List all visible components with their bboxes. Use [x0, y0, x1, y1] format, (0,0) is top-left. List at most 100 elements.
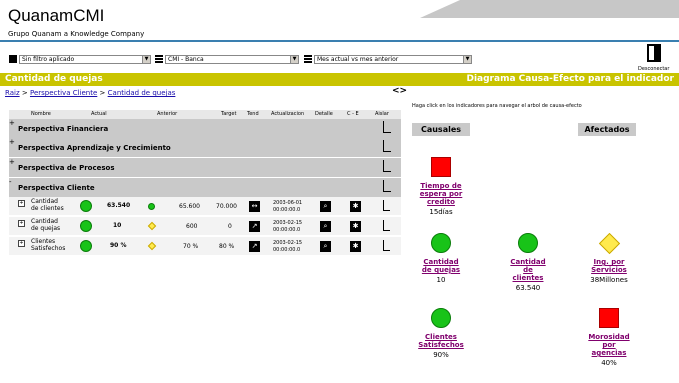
- grid-header: Nombre Actual Anterior Target Tend Actua…: [9, 110, 401, 119]
- node-link[interactable]: espera por: [410, 190, 472, 198]
- filter-select[interactable]: Sin filtro aplicado ▼: [19, 55, 151, 64]
- node-cantidad-quejas[interactable]: Cantidad de quejas 10: [410, 233, 472, 284]
- col-ce: C - E: [347, 111, 359, 117]
- isolate-icon[interactable]: [383, 220, 390, 231]
- node-link[interactable]: Cantidad: [497, 258, 559, 266]
- node-cantidad-clientes[interactable]: Cantidad de clientes 63.540: [497, 233, 559, 292]
- chevron-down-icon[interactable]: ▼: [142, 56, 150, 63]
- title-bar: Cantidad de quejas Diagrama Causa-Efecto…: [0, 73, 679, 86]
- node-link[interactable]: Servicios: [578, 266, 640, 274]
- indicator-name[interactable]: de quejas: [31, 225, 60, 232]
- isolate-icon[interactable]: [383, 180, 391, 192]
- status-green-icon: [80, 220, 92, 232]
- node-link[interactable]: Morosidad: [578, 333, 640, 341]
- disconnect-link[interactable]: Desconectar: [638, 66, 669, 72]
- indicator-name[interactable]: de clientes: [31, 205, 64, 212]
- node-value: 90%: [433, 351, 449, 359]
- isolate-icon[interactable]: [383, 121, 391, 133]
- col-detalle: Detalle: [315, 111, 333, 117]
- anterior-value: 65.600: [179, 203, 200, 210]
- node-ing-servicios[interactable]: Ing. por Servicios 38Millones: [578, 232, 640, 284]
- target-value: 70.000: [216, 203, 237, 210]
- col-target: Target: [221, 111, 237, 117]
- node-link[interactable]: Satisfechos: [410, 341, 472, 349]
- expand-icon[interactable]: +: [18, 220, 25, 227]
- cause-effect-icon[interactable]: ✱: [350, 221, 361, 232]
- node-link[interactable]: credito: [410, 198, 472, 206]
- magnifier-icon[interactable]: ⌕: [320, 241, 331, 252]
- magnifier-icon[interactable]: ⌕: [320, 221, 331, 232]
- isolate-icon[interactable]: [383, 240, 390, 251]
- col-aislar: Aislar: [375, 111, 389, 117]
- cause-effect-icon[interactable]: ✱: [350, 241, 361, 252]
- header-swoosh: [420, 0, 679, 18]
- breadcrumb-root[interactable]: Raiz: [5, 89, 20, 97]
- isolate-icon[interactable]: [383, 160, 391, 172]
- indicator-name[interactable]: Cantidad: [31, 218, 58, 225]
- indicator-name[interactable]: Clientes: [31, 238, 55, 245]
- isolate-icon[interactable]: [383, 200, 390, 211]
- table-row[interactable]: + Clientes Satisfechos 90 % 70 % 80 % ↗ …: [9, 237, 401, 256]
- chevron-down-icon[interactable]: ▼: [463, 56, 471, 63]
- expand-icon[interactable]: +: [18, 240, 25, 247]
- indicator-name[interactable]: Cantidad: [31, 198, 58, 205]
- nav-arrows[interactable]: <>: [392, 86, 407, 96]
- collapse-icon[interactable]: -: [9, 178, 12, 186]
- expand-icon[interactable]: +: [9, 119, 15, 127]
- compare-select[interactable]: Mes actual vs mes anterior ▼: [314, 55, 472, 64]
- chevron-down-icon[interactable]: ▼: [290, 56, 298, 63]
- status-green-icon: [80, 200, 92, 212]
- perspective-row[interactable]: + Perspectiva Financiera: [9, 119, 401, 138]
- node-clientes-satisfechos[interactable]: Clientes Satisfechos 90%: [410, 308, 472, 359]
- filter-icon[interactable]: [9, 55, 17, 63]
- node-tiempo-espera[interactable]: Tiempo de espera por credito 15días: [410, 157, 472, 216]
- indicator-name[interactable]: Satisfechos: [31, 245, 65, 252]
- perspective-row[interactable]: + Perspectiva Aprendizaje y Crecimiento: [9, 138, 401, 157]
- isolate-icon[interactable]: [383, 140, 391, 152]
- col-anterior: Anterior: [157, 111, 178, 117]
- actual-value: 63.540: [107, 202, 131, 209]
- anterior-value: 600: [186, 223, 198, 230]
- perspective-row[interactable]: - Perspectiva Cliente: [9, 178, 401, 197]
- update-date: 2003-02-15: [273, 220, 303, 226]
- node-link[interactable]: Tiempo de: [410, 182, 472, 190]
- anterior-value: 70 %: [183, 243, 199, 250]
- node-value: 10: [436, 276, 446, 284]
- node-link[interactable]: Cantidad: [410, 258, 472, 266]
- node-morosidad[interactable]: Morosidad por agencias 40%: [578, 308, 640, 367]
- status-green-icon: [518, 233, 538, 253]
- node-link[interactable]: Ing. por: [578, 258, 640, 266]
- magnifier-icon[interactable]: ⌕: [320, 201, 331, 212]
- expand-icon[interactable]: +: [9, 138, 15, 146]
- node-link[interactable]: de quejas: [410, 266, 472, 274]
- expand-icon[interactable]: +: [9, 158, 15, 166]
- table-row[interactable]: + Cantidad de clientes 63.540 65.600 70.…: [9, 197, 401, 216]
- trend-flat-icon: ↔: [249, 201, 260, 212]
- expand-icon[interactable]: +: [18, 200, 25, 207]
- node-link[interactable]: de: [497, 266, 559, 274]
- node-value: 38Millones: [590, 276, 628, 284]
- status-red-icon: [431, 157, 451, 177]
- col-actualizacion: Actualizacion: [271, 111, 305, 117]
- breadcrumb-indicator[interactable]: Cantidad de quejas: [108, 89, 176, 97]
- trend-up-icon: ↗: [249, 241, 260, 252]
- scorecard-select[interactable]: CMI - Banca ▼: [165, 55, 299, 64]
- status-green-icon: [431, 233, 451, 253]
- node-link[interactable]: por: [578, 341, 640, 349]
- update-date: 2003-02-15: [273, 240, 303, 246]
- brand-tagline: Grupo Quanam a Knowledge Company: [8, 30, 145, 38]
- status-green-icon: [431, 308, 451, 328]
- causales-header: Causales: [412, 123, 470, 136]
- node-link[interactable]: Clientes: [410, 333, 472, 341]
- breadcrumb-perspective[interactable]: Perspectiva Cliente: [30, 89, 97, 97]
- cause-effect-icon[interactable]: ✱: [350, 201, 361, 212]
- table-row[interactable]: + Cantidad de quejas 10 600 0 ↗ 2003-02-…: [9, 217, 401, 236]
- perspective-row[interactable]: + Perspectiva de Procesos: [9, 158, 401, 177]
- target-value: 0: [228, 223, 232, 230]
- door-icon[interactable]: [647, 44, 661, 62]
- node-link[interactable]: agencias: [578, 349, 640, 357]
- scorecard-icon: [155, 55, 163, 63]
- node-link[interactable]: clientes: [497, 274, 559, 282]
- trend-up-icon: ↗: [249, 221, 260, 232]
- node-value: 15días: [429, 208, 453, 216]
